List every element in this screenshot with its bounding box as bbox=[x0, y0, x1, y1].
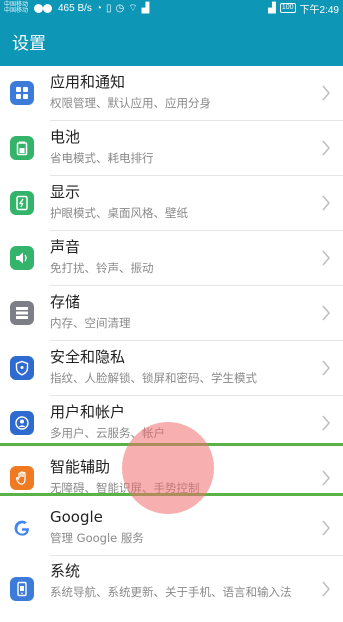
signal-icon: ▟ bbox=[268, 2, 276, 14]
item-subtitle: 护眼模式、桌面风格、壁纸 bbox=[50, 206, 188, 220]
settings-item-battery[interactable]: 电池 省电模式、耗电排行 bbox=[0, 121, 343, 175]
item-title: 应用和通知 bbox=[50, 73, 126, 91]
chevron-right-icon bbox=[322, 415, 330, 431]
chevron-right-icon bbox=[322, 470, 330, 486]
touch-indicator bbox=[122, 422, 214, 514]
item-subtitle: 系统导航、系统更新、关于手机、语言和输入法 bbox=[50, 585, 292, 599]
carrier-label: 中国移动 中国移动 bbox=[4, 2, 29, 14]
hand-icon bbox=[10, 466, 34, 490]
item-subtitle: 内存、空间清理 bbox=[50, 316, 131, 330]
battery-indicator: 100 bbox=[279, 3, 296, 13]
notification-icon bbox=[34, 3, 43, 13]
settings-item-storage[interactable]: 存储 内存、空间清理 bbox=[0, 286, 343, 340]
chevron-right-icon bbox=[322, 195, 330, 211]
app-bar: 设置 bbox=[0, 16, 343, 66]
item-title: 用户和帐户 bbox=[50, 403, 126, 421]
user-icon bbox=[10, 411, 34, 435]
chevron-right-icon bbox=[322, 85, 330, 101]
vibrate-icon: ▯ bbox=[105, 2, 112, 14]
item-title: 显示 bbox=[50, 183, 81, 201]
phone-icon bbox=[10, 577, 34, 601]
settings-item-sound[interactable]: 声音 免打扰、铃声、振动 bbox=[0, 231, 343, 285]
sound-icon bbox=[10, 246, 34, 270]
item-subtitle: 省电模式、耗电排行 bbox=[50, 151, 154, 165]
item-title: 声音 bbox=[50, 238, 81, 256]
alarm-icon: ◷ bbox=[115, 2, 125, 14]
notification-icon bbox=[43, 3, 52, 13]
chevron-right-icon bbox=[322, 581, 330, 597]
item-subtitle: 权限管理、默认应用、应用分身 bbox=[50, 96, 211, 110]
google-icon bbox=[10, 516, 34, 540]
chevron-right-icon bbox=[322, 360, 330, 376]
signal-icon: ▟ bbox=[141, 2, 150, 14]
shield-icon bbox=[10, 356, 34, 380]
apps-icon bbox=[10, 81, 34, 105]
wifi-icon: ⌔ bbox=[128, 2, 138, 14]
settings-item-apps[interactable]: 应用和通知 权限管理、默认应用、应用分身 bbox=[0, 66, 343, 120]
page-title: 设置 bbox=[12, 33, 46, 54]
network-speed: 465 B/s bbox=[58, 2, 92, 14]
item-title: 存储 bbox=[50, 293, 81, 311]
battery-icon bbox=[10, 136, 34, 160]
settings-item-display[interactable]: 显示 护眼模式、桌面风格、壁纸 bbox=[0, 176, 343, 230]
chevron-right-icon bbox=[322, 305, 330, 321]
storage-icon bbox=[10, 301, 34, 325]
display-icon bbox=[10, 191, 34, 215]
nfc-icon: ◔ bbox=[95, 2, 102, 14]
chevron-right-icon bbox=[322, 140, 330, 156]
item-title: 安全和隐私 bbox=[50, 348, 126, 366]
item-subtitle: 管理 Google 服务 bbox=[50, 531, 144, 545]
status-bar: 中国移动 中国移动 465 B/s ◔ ▯ ◷ ⌔ ▟ ▟ 100 下午2:49 bbox=[0, 0, 343, 16]
settings-item-security[interactable]: 安全和隐私 指纹、人脸解锁、锁屏和密码、学生模式 bbox=[0, 341, 343, 395]
item-title: 电池 bbox=[50, 128, 81, 146]
chevron-right-icon bbox=[322, 250, 330, 266]
clock: 下午2:49 bbox=[299, 4, 339, 16]
item-subtitle: 免打扰、铃声、振动 bbox=[50, 261, 154, 275]
item-subtitle: 指纹、人脸解锁、锁屏和密码、学生模式 bbox=[50, 371, 257, 385]
item-title: 系统 bbox=[50, 562, 81, 580]
chevron-right-icon bbox=[322, 520, 330, 536]
settings-item-system[interactable]: 系统 系统导航、系统更新、关于手机、语言和输入法 bbox=[0, 556, 343, 622]
